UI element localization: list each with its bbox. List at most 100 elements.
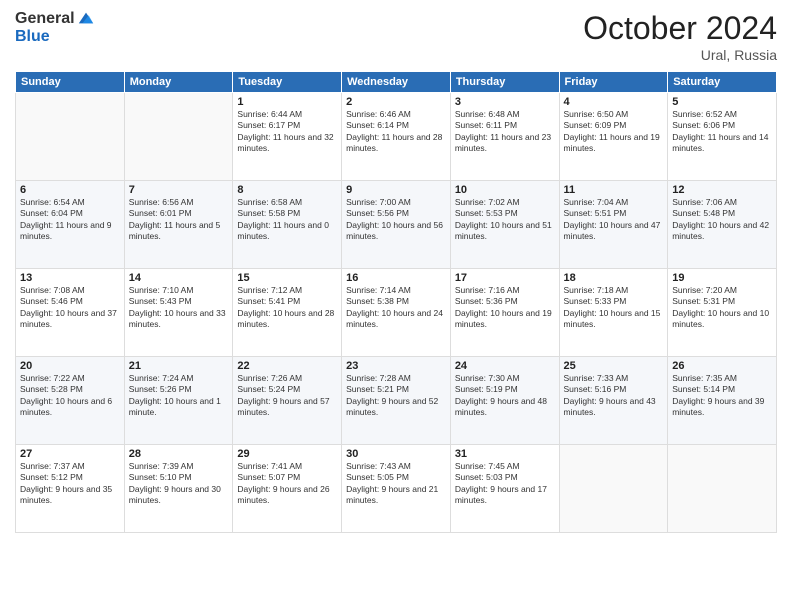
calendar-cell: 30Sunrise: 7:43 AMSunset: 5:05 PMDayligh… (342, 445, 451, 533)
calendar-cell: 20Sunrise: 7:22 AMSunset: 5:28 PMDayligh… (16, 357, 125, 445)
day-number: 18 (564, 272, 664, 284)
calendar-cell: 8Sunrise: 6:58 AMSunset: 5:58 PMDaylight… (233, 181, 342, 269)
calendar-cell: 21Sunrise: 7:24 AMSunset: 5:26 PMDayligh… (124, 357, 233, 445)
col-saturday: Saturday (668, 72, 777, 93)
day-number: 5 (672, 96, 772, 108)
day-number: 2 (346, 96, 446, 108)
day-number: 28 (129, 448, 229, 460)
day-number: 14 (129, 272, 229, 284)
day-info: Sunrise: 7:18 AMSunset: 5:33 PMDaylight:… (564, 285, 664, 331)
day-number: 10 (455, 184, 555, 196)
month-title: October 2024 (583, 10, 777, 47)
day-number: 9 (346, 184, 446, 196)
day-number: 12 (672, 184, 772, 196)
day-number: 17 (455, 272, 555, 284)
calendar-cell: 28Sunrise: 7:39 AMSunset: 5:10 PMDayligh… (124, 445, 233, 533)
calendar-body: 1Sunrise: 6:44 AMSunset: 6:17 PMDaylight… (16, 93, 777, 533)
calendar-cell: 5Sunrise: 6:52 AMSunset: 6:06 PMDaylight… (668, 93, 777, 181)
day-number: 22 (237, 360, 337, 372)
day-info: Sunrise: 7:04 AMSunset: 5:51 PMDaylight:… (564, 197, 664, 243)
calendar-cell: 11Sunrise: 7:04 AMSunset: 5:51 PMDayligh… (559, 181, 668, 269)
day-number: 26 (672, 360, 772, 372)
col-monday: Monday (124, 72, 233, 93)
col-thursday: Thursday (450, 72, 559, 93)
col-tuesday: Tuesday (233, 72, 342, 93)
day-info: Sunrise: 7:43 AMSunset: 5:05 PMDaylight:… (346, 461, 446, 507)
day-info: Sunrise: 7:26 AMSunset: 5:24 PMDaylight:… (237, 373, 337, 419)
day-number: 19 (672, 272, 772, 284)
calendar-week-3: 20Sunrise: 7:22 AMSunset: 5:28 PMDayligh… (16, 357, 777, 445)
calendar-cell: 2Sunrise: 6:46 AMSunset: 6:14 PMDaylight… (342, 93, 451, 181)
day-info: Sunrise: 6:52 AMSunset: 6:06 PMDaylight:… (672, 109, 772, 155)
day-info: Sunrise: 6:56 AMSunset: 6:01 PMDaylight:… (129, 197, 229, 243)
calendar-cell (124, 93, 233, 181)
day-info: Sunrise: 6:54 AMSunset: 6:04 PMDaylight:… (20, 197, 120, 243)
day-info: Sunrise: 7:39 AMSunset: 5:10 PMDaylight:… (129, 461, 229, 507)
header-row: Sunday Monday Tuesday Wednesday Thursday… (16, 72, 777, 93)
calendar-cell: 26Sunrise: 7:35 AMSunset: 5:14 PMDayligh… (668, 357, 777, 445)
day-info: Sunrise: 7:00 AMSunset: 5:56 PMDaylight:… (346, 197, 446, 243)
calendar-cell (559, 445, 668, 533)
calendar-cell: 19Sunrise: 7:20 AMSunset: 5:31 PMDayligh… (668, 269, 777, 357)
day-number: 30 (346, 448, 446, 460)
day-info: Sunrise: 7:45 AMSunset: 5:03 PMDaylight:… (455, 461, 555, 507)
calendar-cell: 9Sunrise: 7:00 AMSunset: 5:56 PMDaylight… (342, 181, 451, 269)
calendar-cell: 18Sunrise: 7:18 AMSunset: 5:33 PMDayligh… (559, 269, 668, 357)
calendar-cell: 13Sunrise: 7:08 AMSunset: 5:46 PMDayligh… (16, 269, 125, 357)
calendar-cell: 16Sunrise: 7:14 AMSunset: 5:38 PMDayligh… (342, 269, 451, 357)
calendar-cell (668, 445, 777, 533)
day-number: 6 (20, 184, 120, 196)
calendar-cell: 10Sunrise: 7:02 AMSunset: 5:53 PMDayligh… (450, 181, 559, 269)
day-info: Sunrise: 7:06 AMSunset: 5:48 PMDaylight:… (672, 197, 772, 243)
calendar-cell: 23Sunrise: 7:28 AMSunset: 5:21 PMDayligh… (342, 357, 451, 445)
day-info: Sunrise: 6:44 AMSunset: 6:17 PMDaylight:… (237, 109, 337, 155)
calendar-week-1: 6Sunrise: 6:54 AMSunset: 6:04 PMDaylight… (16, 181, 777, 269)
day-number: 13 (20, 272, 120, 284)
logo-general-text: General (15, 10, 75, 28)
day-number: 27 (20, 448, 120, 460)
day-number: 31 (455, 448, 555, 460)
day-info: Sunrise: 7:41 AMSunset: 5:07 PMDaylight:… (237, 461, 337, 507)
calendar-week-4: 27Sunrise: 7:37 AMSunset: 5:12 PMDayligh… (16, 445, 777, 533)
calendar-cell: 3Sunrise: 6:48 AMSunset: 6:11 PMDaylight… (450, 93, 559, 181)
day-number: 11 (564, 184, 664, 196)
col-wednesday: Wednesday (342, 72, 451, 93)
day-info: Sunrise: 7:30 AMSunset: 5:19 PMDaylight:… (455, 373, 555, 419)
day-number: 20 (20, 360, 120, 372)
logo: General Blue (15, 10, 95, 45)
header: General Blue October 2024 Ural, Russia (15, 10, 777, 63)
day-info: Sunrise: 7:28 AMSunset: 5:21 PMDaylight:… (346, 373, 446, 419)
day-number: 24 (455, 360, 555, 372)
calendar-cell: 27Sunrise: 7:37 AMSunset: 5:12 PMDayligh… (16, 445, 125, 533)
calendar-cell: 6Sunrise: 6:54 AMSunset: 6:04 PMDaylight… (16, 181, 125, 269)
logo-icon (77, 9, 95, 27)
calendar-cell: 25Sunrise: 7:33 AMSunset: 5:16 PMDayligh… (559, 357, 668, 445)
col-sunday: Sunday (16, 72, 125, 93)
day-info: Sunrise: 7:14 AMSunset: 5:38 PMDaylight:… (346, 285, 446, 331)
day-info: Sunrise: 7:10 AMSunset: 5:43 PMDaylight:… (129, 285, 229, 331)
day-info: Sunrise: 6:50 AMSunset: 6:09 PMDaylight:… (564, 109, 664, 155)
calendar-cell: 17Sunrise: 7:16 AMSunset: 5:36 PMDayligh… (450, 269, 559, 357)
page: General Blue October 2024 Ural, Russia S… (0, 0, 792, 612)
location: Ural, Russia (583, 47, 777, 63)
day-number: 3 (455, 96, 555, 108)
day-number: 16 (346, 272, 446, 284)
calendar-cell: 4Sunrise: 6:50 AMSunset: 6:09 PMDaylight… (559, 93, 668, 181)
calendar-cell (16, 93, 125, 181)
day-number: 15 (237, 272, 337, 284)
calendar-cell: 14Sunrise: 7:10 AMSunset: 5:43 PMDayligh… (124, 269, 233, 357)
calendar-cell: 29Sunrise: 7:41 AMSunset: 5:07 PMDayligh… (233, 445, 342, 533)
day-number: 29 (237, 448, 337, 460)
day-info: Sunrise: 7:24 AMSunset: 5:26 PMDaylight:… (129, 373, 229, 419)
calendar-cell: 24Sunrise: 7:30 AMSunset: 5:19 PMDayligh… (450, 357, 559, 445)
calendar-header: Sunday Monday Tuesday Wednesday Thursday… (16, 72, 777, 93)
day-info: Sunrise: 7:33 AMSunset: 5:16 PMDaylight:… (564, 373, 664, 419)
day-info: Sunrise: 7:16 AMSunset: 5:36 PMDaylight:… (455, 285, 555, 331)
day-number: 23 (346, 360, 446, 372)
day-info: Sunrise: 7:08 AMSunset: 5:46 PMDaylight:… (20, 285, 120, 331)
col-friday: Friday (559, 72, 668, 93)
calendar-cell: 22Sunrise: 7:26 AMSunset: 5:24 PMDayligh… (233, 357, 342, 445)
logo-blue-text: Blue (15, 28, 95, 46)
day-info: Sunrise: 7:37 AMSunset: 5:12 PMDaylight:… (20, 461, 120, 507)
title-block: October 2024 Ural, Russia (583, 10, 777, 63)
